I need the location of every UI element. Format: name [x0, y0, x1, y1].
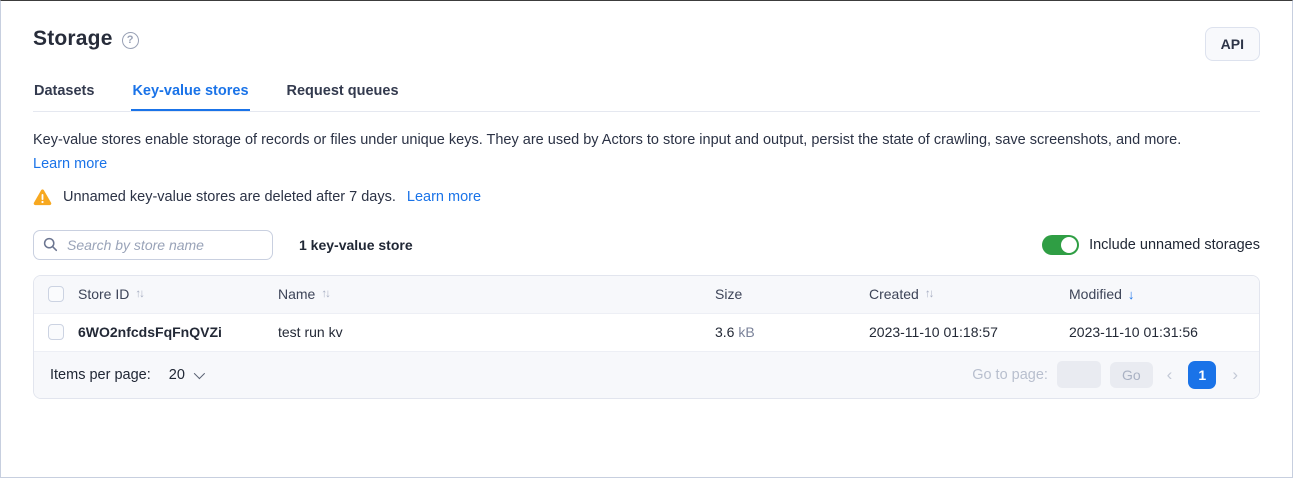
table-footer: Items per page: 20 Go to page: Go ‹ 1 › [34, 351, 1259, 398]
page-title: Storage [33, 27, 113, 51]
key-value-stores-table: Store ID ↑↓ Name ↑↓ Size Created ↑↓ Modi… [33, 275, 1260, 399]
page-1-button[interactable]: 1 [1188, 361, 1216, 389]
chevron-left-icon[interactable]: ‹ [1162, 365, 1178, 385]
warning-learn-more-link[interactable]: Learn more [407, 189, 481, 205]
warning-text: Unnamed key-value stores are deleted aft… [63, 189, 396, 205]
table-header-row: Store ID ↑↓ Name ↑↓ Size Created ↑↓ Modi… [34, 276, 1259, 313]
search-input[interactable] [65, 236, 263, 254]
column-header-modified[interactable]: Modified ↓ [1069, 286, 1259, 302]
tab-datasets[interactable]: Datasets [33, 83, 95, 111]
cell-name[interactable]: test run kv [278, 324, 715, 340]
chevron-down-icon [194, 368, 205, 379]
tab-key-value-stores[interactable]: Key-value stores [131, 83, 249, 111]
warning-triangle-icon [33, 189, 52, 206]
tab-request-queues[interactable]: Request queues [286, 83, 400, 111]
help-icon[interactable]: ? [122, 32, 139, 49]
sort-desc-icon[interactable]: ↓ [1128, 287, 1135, 302]
table-row[interactable]: 6WO2nfcdsFqFnQVZi test run kv 3.6 kB 202… [34, 313, 1259, 351]
description-text: Key-value stores enable storage of recor… [33, 132, 1181, 148]
cell-created: 2023-11-10 01:18:57 [869, 324, 1069, 340]
select-all-checkbox[interactable] [48, 286, 64, 302]
storage-tabs: Datasets Key-value stores Request queues [33, 83, 1260, 112]
column-header-created[interactable]: Created ↑↓ [869, 286, 1069, 302]
column-header-size: Size [715, 286, 869, 302]
api-button[interactable]: API [1205, 27, 1260, 61]
list-toolbar: 1 key-value store Include unnamed storag… [33, 230, 1260, 260]
sort-both-icon[interactable]: ↑↓ [321, 288, 329, 300]
sort-both-icon[interactable]: ↑↓ [925, 288, 933, 300]
toggle-label: Include unnamed storages [1089, 237, 1260, 253]
cell-size: 3.6 kB [715, 324, 869, 340]
column-header-name[interactable]: Name ↑↓ [278, 286, 715, 302]
toggle-switch[interactable] [1042, 235, 1079, 255]
items-per-page-select[interactable]: 20 [169, 367, 202, 383]
column-header-store-id[interactable]: Store ID ↑↓ [78, 286, 278, 302]
go-to-page-label: Go to page: [972, 367, 1048, 383]
page-header: Storage ? API [33, 27, 1260, 61]
search-icon [43, 237, 58, 252]
cell-modified: 2023-11-10 01:31:56 [1069, 324, 1259, 340]
description-learn-more-link[interactable]: Learn more [33, 153, 107, 175]
sort-both-icon[interactable]: ↑↓ [135, 288, 143, 300]
storage-page: Storage ? API Datasets Key-value stores … [1, 1, 1292, 399]
cell-store-id[interactable]: 6WO2nfcdsFqFnQVZi [78, 324, 278, 340]
go-to-page-input[interactable] [1057, 361, 1101, 388]
chevron-right-icon[interactable]: › [1227, 365, 1243, 385]
row-checkbox[interactable] [48, 324, 64, 340]
items-per-page-label: Items per page: [50, 367, 151, 383]
toggle-knob [1061, 237, 1077, 253]
go-button[interactable]: Go [1110, 362, 1153, 388]
pagination-controls: Go to page: Go ‹ 1 › [972, 361, 1243, 389]
section-description: Key-value stores enable storage of recor… [33, 129, 1260, 176]
include-unnamed-toggle-wrap[interactable]: Include unnamed storages [1042, 235, 1260, 255]
warning-banner: Unnamed key-value stores are deleted aft… [33, 189, 1260, 206]
search-box[interactable] [33, 230, 273, 260]
app-window: Storage ? API Datasets Key-value stores … [0, 0, 1293, 478]
store-count: 1 key-value store [299, 237, 413, 253]
